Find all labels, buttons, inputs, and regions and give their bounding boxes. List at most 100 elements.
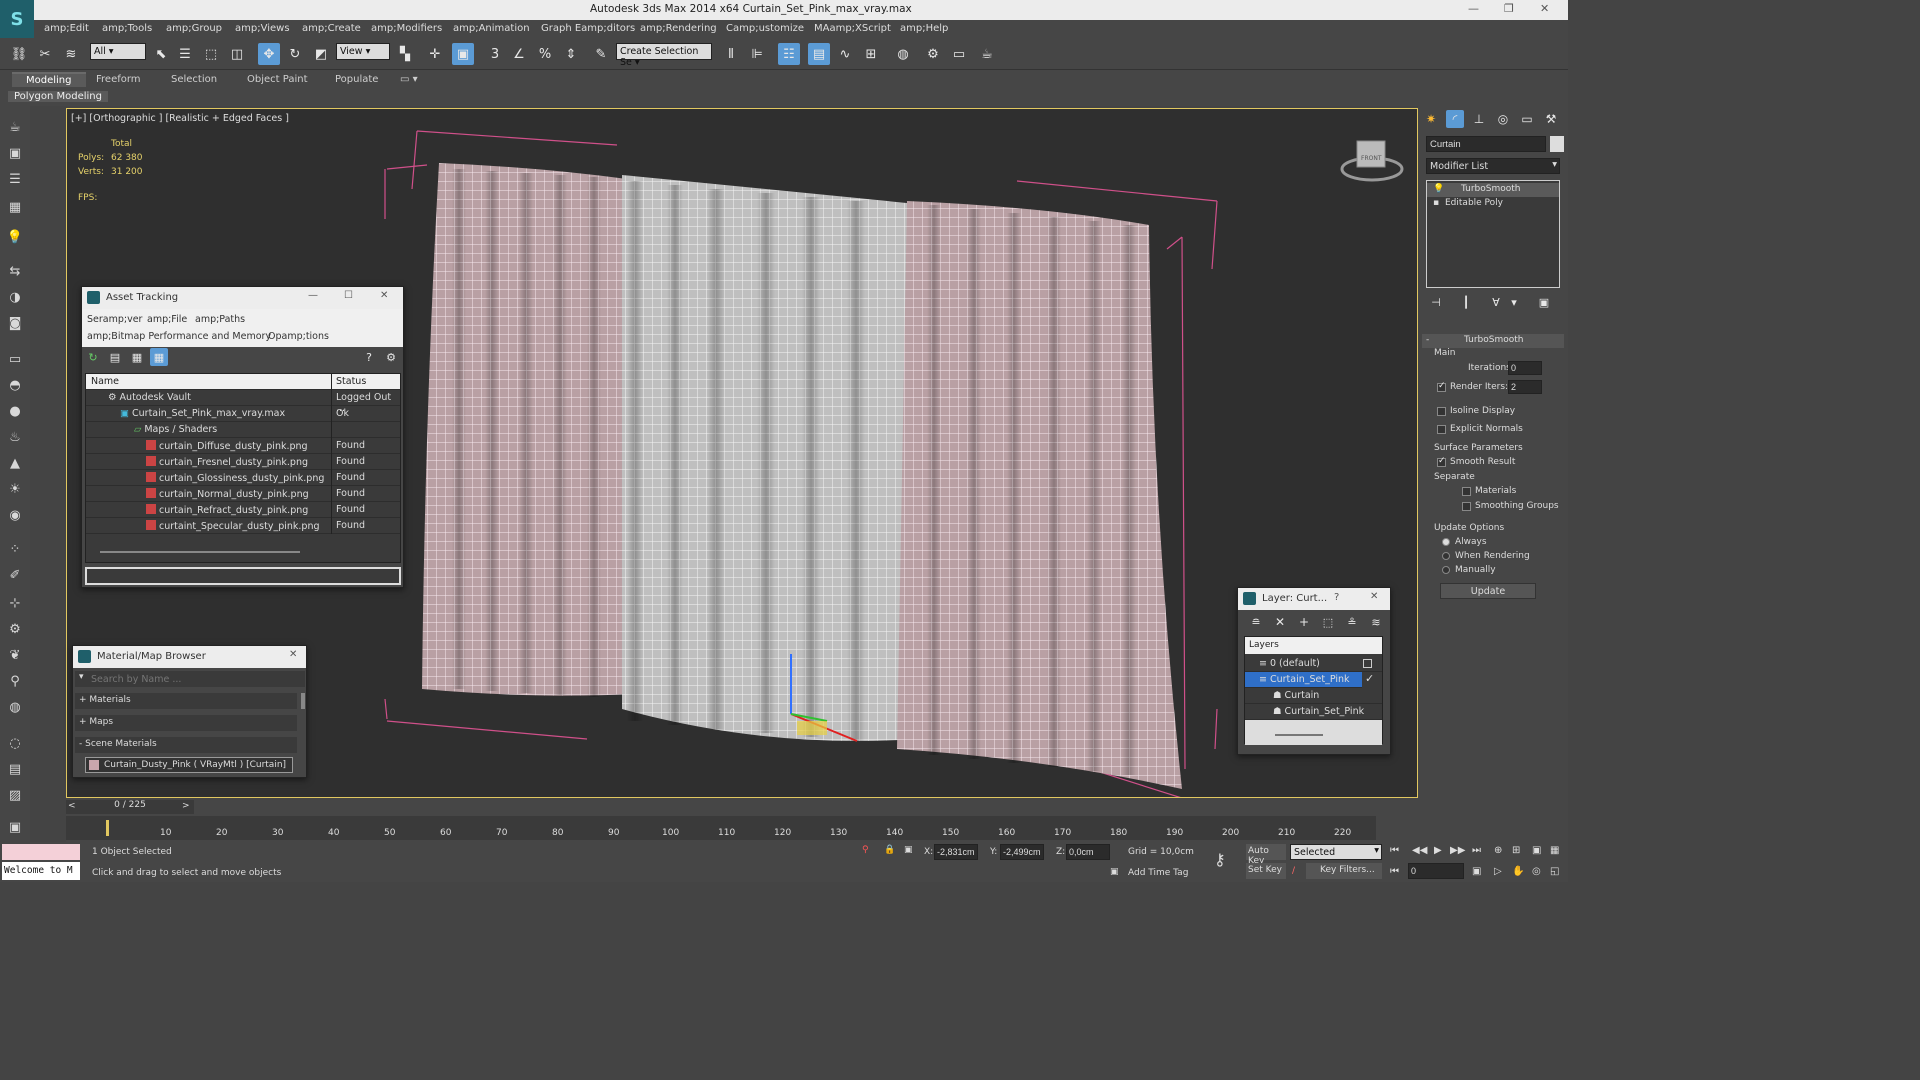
app-logo-button[interactable]: S xyxy=(0,0,34,38)
menu-help[interactable]: amp;Help xyxy=(900,23,948,34)
menu-group[interactable]: amp;Group xyxy=(166,23,222,34)
maxscript-mini[interactable] xyxy=(2,844,80,860)
menu-views[interactable]: amp;Views xyxy=(235,23,290,34)
teapot-icon[interactable]: ☕ xyxy=(6,118,24,136)
key-mode-dropdown[interactable]: Selected ▾ xyxy=(1290,844,1382,860)
pan-icon[interactable]: ✋ xyxy=(1512,866,1524,877)
ribbon-toggle-icon[interactable]: ▤ xyxy=(808,43,830,65)
create-tab-icon[interactable]: ✷ xyxy=(1422,110,1440,128)
key-filters-button[interactable]: Key Filters... xyxy=(1306,863,1382,879)
dome-icon[interactable]: ◓ xyxy=(6,376,24,394)
object-name-field[interactable] xyxy=(1426,136,1546,152)
prev-frame-icon[interactable]: < xyxy=(68,801,76,811)
layer-curtain-set-pink[interactable]: ≡ Curtain_Set_Pink xyxy=(1245,672,1362,688)
scale-icon[interactable]: ◩ xyxy=(310,43,332,65)
vertical-scrollbar[interactable] xyxy=(301,693,305,709)
menu-file[interactable]: amp;File xyxy=(147,314,187,325)
section-materials[interactable]: + Materials xyxy=(75,693,297,709)
edit-named-selection-icon[interactable]: ✎ xyxy=(590,43,612,65)
keyboard-shortcut-icon[interactable]: ▣ xyxy=(452,43,474,65)
section-scene-materials[interactable]: - Scene Materials xyxy=(75,737,297,753)
angle-snap-icon[interactable]: ∠ xyxy=(508,43,530,65)
modify-tab-icon[interactable]: ◜ xyxy=(1446,110,1464,128)
refresh-icon[interactable]: ↻ xyxy=(84,348,102,366)
tab-populate[interactable]: Populate xyxy=(335,74,378,85)
update-button[interactable]: Update xyxy=(1440,583,1536,599)
auto-key-button[interactable]: Auto Key xyxy=(1246,844,1286,866)
configure-sets-icon[interactable]: ▣ xyxy=(1536,294,1552,310)
selection-filter-dropdown[interactable]: All ▾ xyxy=(90,43,146,60)
maximize-icon[interactable]: ☐ xyxy=(344,290,353,301)
table-row[interactable]: ⚙ Autodesk Vault Logged Out ... xyxy=(86,390,400,414)
hair-icon[interactable]: ⚲ xyxy=(6,672,24,690)
table-row[interactable]: curtain_Diffuse_dusty_pink.png Found xyxy=(86,438,400,454)
asset-tracking-titlebar[interactable]: Asset Tracking — ☐ ✕ xyxy=(82,287,403,309)
align-icon[interactable]: ⊫ xyxy=(746,43,768,65)
delete-layer-icon[interactable]: ✕ xyxy=(1272,614,1288,630)
link-icon[interactable]: ⛓ xyxy=(8,43,30,65)
ref-coord-dropdown[interactable]: View ▾ xyxy=(336,43,390,60)
always-radio[interactable] xyxy=(1442,538,1450,546)
col-name[interactable]: Name xyxy=(91,376,119,387)
layers-scroll-area[interactable] xyxy=(1245,720,1382,745)
zoom-extents-icon[interactable]: ▣ xyxy=(1532,845,1541,856)
curve-editor-icon[interactable]: ∿ xyxy=(834,43,856,65)
explicit-normals-checkbox[interactable] xyxy=(1437,425,1446,434)
hierarchy-tab-icon[interactable]: ⊥ xyxy=(1470,110,1488,128)
search-menu-icon[interactable]: ▾ xyxy=(79,672,84,682)
globe-icon[interactable]: ◍ xyxy=(6,698,24,716)
current-frame-field[interactable] xyxy=(1408,863,1464,879)
named-selection-dropdown[interactable]: Create Selection Se ▾ xyxy=(616,43,712,68)
smooth-result-checkbox[interactable] xyxy=(1437,456,1446,467)
camera-icon[interactable]: ◙ xyxy=(6,314,24,332)
table-row[interactable]: curtain_Normal_dusty_pink.png Found xyxy=(86,486,400,502)
key-mode-toggle-icon[interactable]: ⏮ xyxy=(1390,866,1399,877)
stack-item-turbosmooth[interactable]: 💡 TurboSmooth xyxy=(1427,183,1559,197)
settings-icon[interactable]: ⚙ xyxy=(382,348,400,366)
list-view-icon[interactable]: ▤ xyxy=(106,348,124,366)
iterations-spinner[interactable] xyxy=(1508,361,1542,375)
object-color-swatch[interactable] xyxy=(1550,136,1564,152)
menu-create[interactable]: amp;Create xyxy=(302,23,361,34)
help-icon[interactable]: ? xyxy=(1334,592,1339,603)
close-icon[interactable]: ✕ xyxy=(1370,591,1378,602)
search-input[interactable] xyxy=(91,671,303,687)
make-unique-icon[interactable]: ∀ xyxy=(1488,294,1504,310)
polygon-modeling-panel[interactable]: Polygon Modeling xyxy=(8,91,108,102)
render-iters-checkbox[interactable] xyxy=(1437,381,1446,392)
z-coordinate-field[interactable] xyxy=(1066,844,1110,860)
layer-default[interactable]: ≡ 0 (default) xyxy=(1245,656,1382,672)
walk-icon[interactable]: ⇆ xyxy=(6,262,24,280)
horizontal-scrollbar[interactable] xyxy=(100,551,300,553)
schematic-view-icon[interactable]: ⊞ xyxy=(860,43,882,65)
menu-paths[interactable]: amp;Paths xyxy=(195,314,245,325)
render-iters-spinner[interactable] xyxy=(1508,380,1542,394)
cone-icon[interactable]: ▲ xyxy=(6,454,24,472)
axis-icon[interactable]: ⊹ xyxy=(6,594,24,612)
absolute-mode-icon[interactable]: ▣ xyxy=(904,845,913,855)
next-key-icon[interactable]: ▶▶ xyxy=(1450,845,1465,856)
help-icon[interactable]: ? xyxy=(360,348,378,366)
menu-graph-editors[interactable]: Graph Eamp;ditors xyxy=(541,23,635,34)
zoom-extents-all-icon[interactable]: ▦ xyxy=(1550,845,1559,856)
when-rendering-radio[interactable] xyxy=(1442,552,1450,560)
pivot-icon[interactable]: ▚ xyxy=(394,43,416,65)
display-icon[interactable]: ▨ xyxy=(6,786,24,804)
create-layer-icon[interactable]: ≘ xyxy=(1248,614,1264,630)
detail-view-icon[interactable]: ▦ xyxy=(128,348,146,366)
list-icon[interactable]: ☰ xyxy=(6,170,24,188)
tab-selection[interactable]: Selection xyxy=(171,74,217,85)
prev-key-icon[interactable]: ◀◀ xyxy=(1412,845,1427,856)
plant-icon[interactable]: ❦ xyxy=(6,646,24,664)
table-row[interactable]: curtain_Refract_dusty_pink.png Found xyxy=(86,502,400,518)
menu-animation[interactable]: amp;Animation xyxy=(453,23,530,34)
layer-manager-icon[interactable]: ☷ xyxy=(778,43,800,65)
time-slider[interactable]: 0 / 225 xyxy=(66,800,194,814)
set-key-button[interactable]: Set Key xyxy=(1246,863,1286,879)
remove-modifier-icon[interactable]: ▾ xyxy=(1506,294,1522,310)
restore-icon[interactable]: ❐ xyxy=(1504,2,1514,15)
smoothing-groups-checkbox[interactable] xyxy=(1462,502,1471,511)
light-icon[interactable]: 💡 xyxy=(6,228,24,246)
move-icon[interactable]: ✥ xyxy=(258,43,280,65)
menu-modifiers[interactable]: amp;Modifiers xyxy=(371,23,442,34)
